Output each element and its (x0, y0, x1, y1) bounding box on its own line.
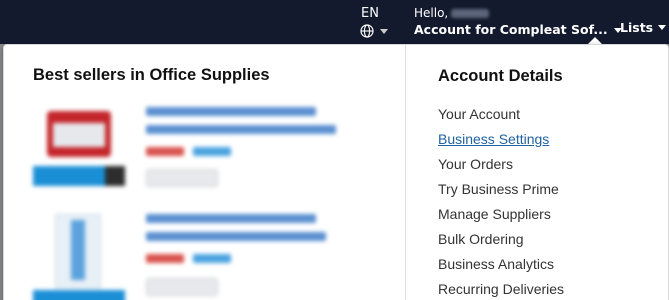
language-code: EN (361, 6, 379, 21)
prime-badge (193, 147, 231, 156)
account-menu[interactable]: Hello, Account for Compleat Sof... (414, 6, 622, 39)
account-details-title: Account Details (438, 67, 563, 85)
link-business-settings[interactable]: Business Settings (438, 127, 564, 152)
add-to-list-button[interactable] (146, 278, 218, 296)
add-to-list-button[interactable] (146, 169, 218, 187)
chevron-down-icon (658, 25, 667, 30)
account-label: Account for Compleat Sof... (414, 22, 608, 37)
product-title-redacted[interactable] (146, 214, 316, 223)
lists-menu[interactable]: Lists (620, 20, 667, 35)
best-sellers-panel: Best sellers in Office Supplies (4, 45, 405, 300)
product-image[interactable] (33, 103, 125, 195)
link-your-orders[interactable]: Your Orders (438, 152, 564, 177)
top-nav-bar: EN Hello, Account for Compleat Sof... Li… (0, 0, 669, 44)
lists-label: Lists (620, 20, 654, 35)
language-selector[interactable]: EN (360, 6, 400, 38)
user-name-redacted (451, 9, 490, 18)
account-links-list: Your Account Business Settings Your Orde… (438, 102, 564, 300)
greeting-text: Hello, (414, 6, 449, 20)
product-card[interactable] (33, 103, 363, 198)
account-details-panel: Account Details Your Account Business Se… (406, 45, 669, 300)
product-price-redacted (146, 147, 184, 156)
chevron-down-icon (380, 28, 388, 34)
globe-icon (360, 24, 374, 38)
link-recurring-deliveries[interactable]: Recurring Deliveries (438, 277, 564, 300)
best-sellers-title: Best sellers in Office Supplies (33, 66, 270, 84)
product-image[interactable] (33, 210, 125, 300)
account-flyout: Best sellers in Office Supplies Account … (3, 44, 669, 300)
link-your-account[interactable]: Your Account (438, 102, 564, 127)
link-try-business-prime[interactable]: Try Business Prime (438, 177, 564, 202)
link-manage-suppliers[interactable]: Manage Suppliers (438, 202, 564, 227)
link-bulk-ordering[interactable]: Bulk Ordering (438, 227, 564, 252)
product-card[interactable] (33, 210, 363, 300)
product-title-redacted[interactable] (146, 107, 316, 116)
link-business-analytics[interactable]: Business Analytics (438, 252, 564, 277)
prime-badge (193, 254, 231, 263)
product-price-redacted (146, 254, 184, 263)
